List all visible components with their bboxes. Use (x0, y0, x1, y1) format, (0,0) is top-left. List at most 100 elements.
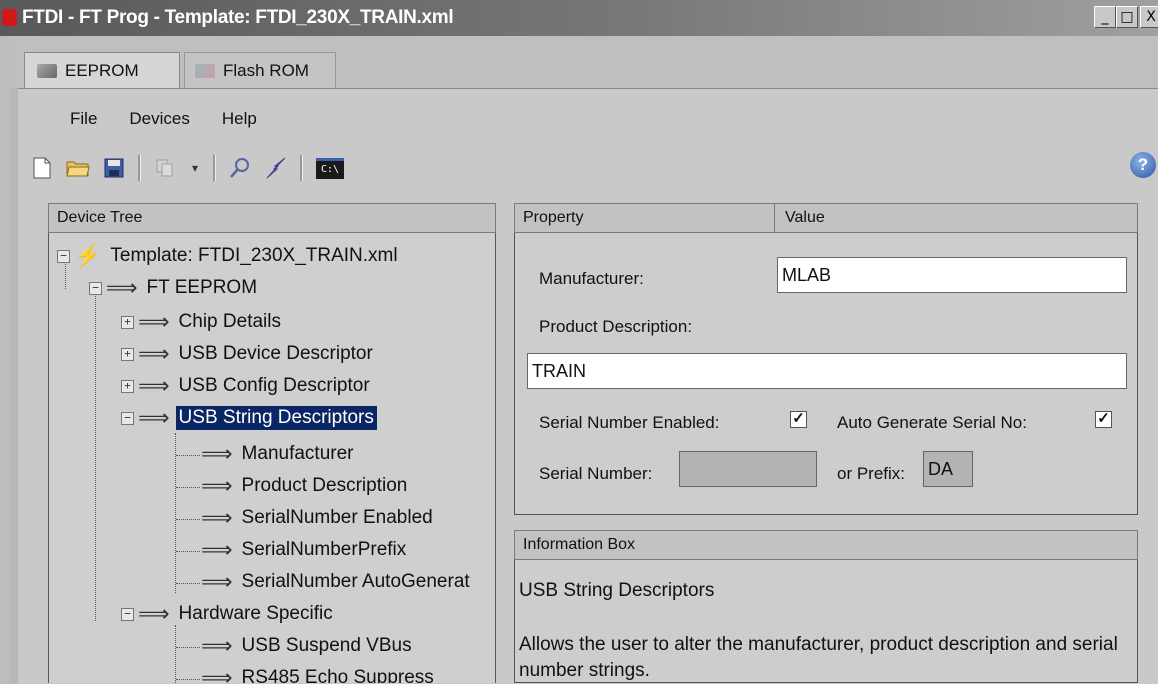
product-description-field[interactable]: TRAIN (527, 353, 1127, 389)
tree-item-usb-suspend-vbus[interactable]: ⟹ USB Suspend VBus (201, 631, 415, 661)
info-description: Allows the user to alter the manufacture… (519, 634, 1118, 681)
arrow-icon: ⟹ (201, 569, 233, 594)
information-box-header: Information Box (514, 530, 1138, 560)
tree-item-label: SerialNumberPrefix (241, 539, 407, 560)
tree-item-usb-config-descriptor[interactable]: + ⟹ USB Config Descriptor (121, 371, 373, 401)
tree-item-serialnumber-autogenerate[interactable]: ⟹ SerialNumber AutoGenerat (201, 567, 473, 597)
arrow-icon: ⟹ (138, 341, 170, 366)
arrow-icon: ⟹ (138, 601, 170, 626)
tree-item-label: USB Suspend VBus (241, 635, 412, 656)
menu-help[interactable]: Help (222, 109, 257, 129)
expand-toggle[interactable]: + (121, 315, 134, 329)
property-panel: Manufacturer: MLAB Product Description: … (514, 233, 1138, 515)
collapse-toggle[interactable]: − (121, 607, 134, 621)
lightning-icon: ⚡ (74, 243, 102, 268)
tree-item-label: USB Config Descriptor (178, 375, 370, 396)
tree-item-serialnumber-enabled[interactable]: ⟹ SerialNumber Enabled (201, 503, 436, 533)
arrow-icon: ⟹ (138, 309, 170, 334)
arrow-icon: ⟹ (201, 537, 233, 562)
tree-item-ft-eeprom[interactable]: − ⟹ FT EEPROM (89, 273, 260, 303)
app-icon[interactable] (2, 9, 17, 26)
tree-connector (95, 293, 96, 621)
arrow-icon: ⟹ (201, 441, 233, 466)
collapse-toggle[interactable]: − (57, 249, 70, 263)
command-prompt-icon[interactable]: C:\ (315, 156, 345, 180)
tab-flash-rom[interactable]: Flash ROM (184, 52, 336, 88)
tree-item-label: Chip Details (178, 311, 281, 332)
arrow-icon: ⟹ (201, 505, 233, 530)
open-folder-icon[interactable] (66, 156, 90, 180)
auto-generate-serial-label: Auto Generate Serial No: (837, 413, 1027, 432)
tab-eeprom[interactable]: EEPROM (24, 52, 180, 88)
save-icon[interactable] (102, 156, 126, 180)
prefix-field[interactable]: DA (923, 451, 973, 487)
tree-connector (176, 679, 200, 680)
tree-item-template[interactable]: − ⚡ Template: FTDI_230X_TRAIN.xml (57, 241, 401, 271)
auto-generate-serial-checkbox[interactable]: ✓ (1095, 411, 1112, 428)
prefix-label: or Prefix: (837, 464, 906, 483)
tree-item-label: USB Device Descriptor (178, 343, 373, 364)
title-bar: FTDI - FT Prog - Template: FTDI_230X_TRA… (0, 0, 1158, 36)
arrow-icon: ⟹ (201, 633, 233, 658)
tree-item-hardware-specific[interactable]: − ⟹ Hardware Specific (121, 599, 336, 629)
new-document-icon[interactable] (30, 156, 54, 180)
dropdown-icon[interactable]: ▾ (189, 156, 201, 180)
toolbar-separator (300, 155, 303, 181)
tab-flash-rom-label: Flash ROM (223, 60, 309, 80)
tree-connector (176, 647, 200, 648)
manufacturer-label: Manufacturer: (539, 269, 644, 288)
flash-chip-icon (195, 63, 215, 78)
tree-item-serialnumberprefix[interactable]: ⟹ SerialNumberPrefix (201, 535, 409, 565)
search-icon[interactable] (228, 156, 252, 180)
arrow-icon: ⟹ (138, 373, 170, 398)
information-box: USB String Descriptors Allows the user t… (514, 560, 1138, 683)
tree-item-label: FT EEPROM (146, 277, 258, 298)
copy-icon[interactable] (153, 156, 177, 180)
tree-item-manufacturer[interactable]: ⟹ Manufacturer (201, 439, 357, 469)
tree-item-label: SerialNumber Enabled (241, 507, 433, 528)
arrow-icon: ⟹ (201, 665, 233, 683)
tree-connector (176, 551, 200, 552)
device-tree-header: Device Tree (48, 203, 496, 233)
property-grid-header: Property Value (514, 203, 1138, 233)
minimize-button[interactable]: _ (1094, 6, 1116, 28)
program-icon[interactable] (264, 156, 288, 180)
tree-connector (175, 433, 176, 593)
serial-number-label: Serial Number: (539, 464, 653, 483)
help-icon[interactable]: ? (1130, 152, 1156, 178)
tab-strip (10, 36, 1158, 88)
tree-item-label: Product Description (241, 475, 408, 496)
serial-number-field[interactable] (679, 451, 817, 487)
menu-devices[interactable]: Devices (129, 109, 189, 129)
tree-connector (176, 487, 200, 488)
expand-toggle[interactable]: + (121, 379, 134, 393)
manufacturer-field[interactable]: MLAB (777, 257, 1127, 293)
tree-item-usb-device-descriptor[interactable]: + ⟹ USB Device Descriptor (121, 339, 376, 369)
expand-toggle[interactable]: + (121, 347, 134, 361)
menu-file[interactable]: File (70, 109, 97, 129)
collapse-toggle[interactable]: − (89, 281, 102, 295)
tree-item-label: USB String Descriptors (175, 406, 377, 430)
menu-bar: File Devices Help (18, 100, 257, 138)
serial-number-enabled-checkbox[interactable]: ✓ (790, 411, 807, 428)
tree-item-label: RS485 Echo Suppress (241, 667, 434, 683)
close-button[interactable]: X (1140, 6, 1158, 28)
column-header-value[interactable]: Value (775, 209, 825, 227)
tree-connector (176, 519, 200, 520)
tree-item-label: SerialNumber AutoGenerat (241, 571, 470, 592)
product-description-label: Product Description: (539, 317, 693, 336)
tree-item-rs485-echo-suppress[interactable]: ⟹ RS485 Echo Suppress (201, 663, 437, 683)
command-prompt-text: C:\ (316, 157, 344, 179)
tree-connector (176, 583, 200, 584)
maximize-button[interactable]: □ (1116, 6, 1138, 28)
serial-number-enabled-label: Serial Number Enabled: (539, 413, 720, 432)
tree-connector (175, 625, 176, 683)
tree-item-chip-details[interactable]: + ⟹ Chip Details (121, 307, 284, 337)
tree-item-label: Template: FTDI_230X_TRAIN.xml (110, 245, 398, 266)
column-header-property[interactable]: Property (515, 204, 775, 232)
arrow-icon: ⟹ (201, 473, 233, 498)
collapse-toggle[interactable]: − (121, 411, 134, 425)
tree-item-product-description[interactable]: ⟹ Product Description (201, 471, 410, 501)
tree-item-usb-string-descriptors[interactable]: − ⟹ USB String Descriptors (121, 403, 377, 433)
tree-item-label: Manufacturer (241, 443, 354, 464)
